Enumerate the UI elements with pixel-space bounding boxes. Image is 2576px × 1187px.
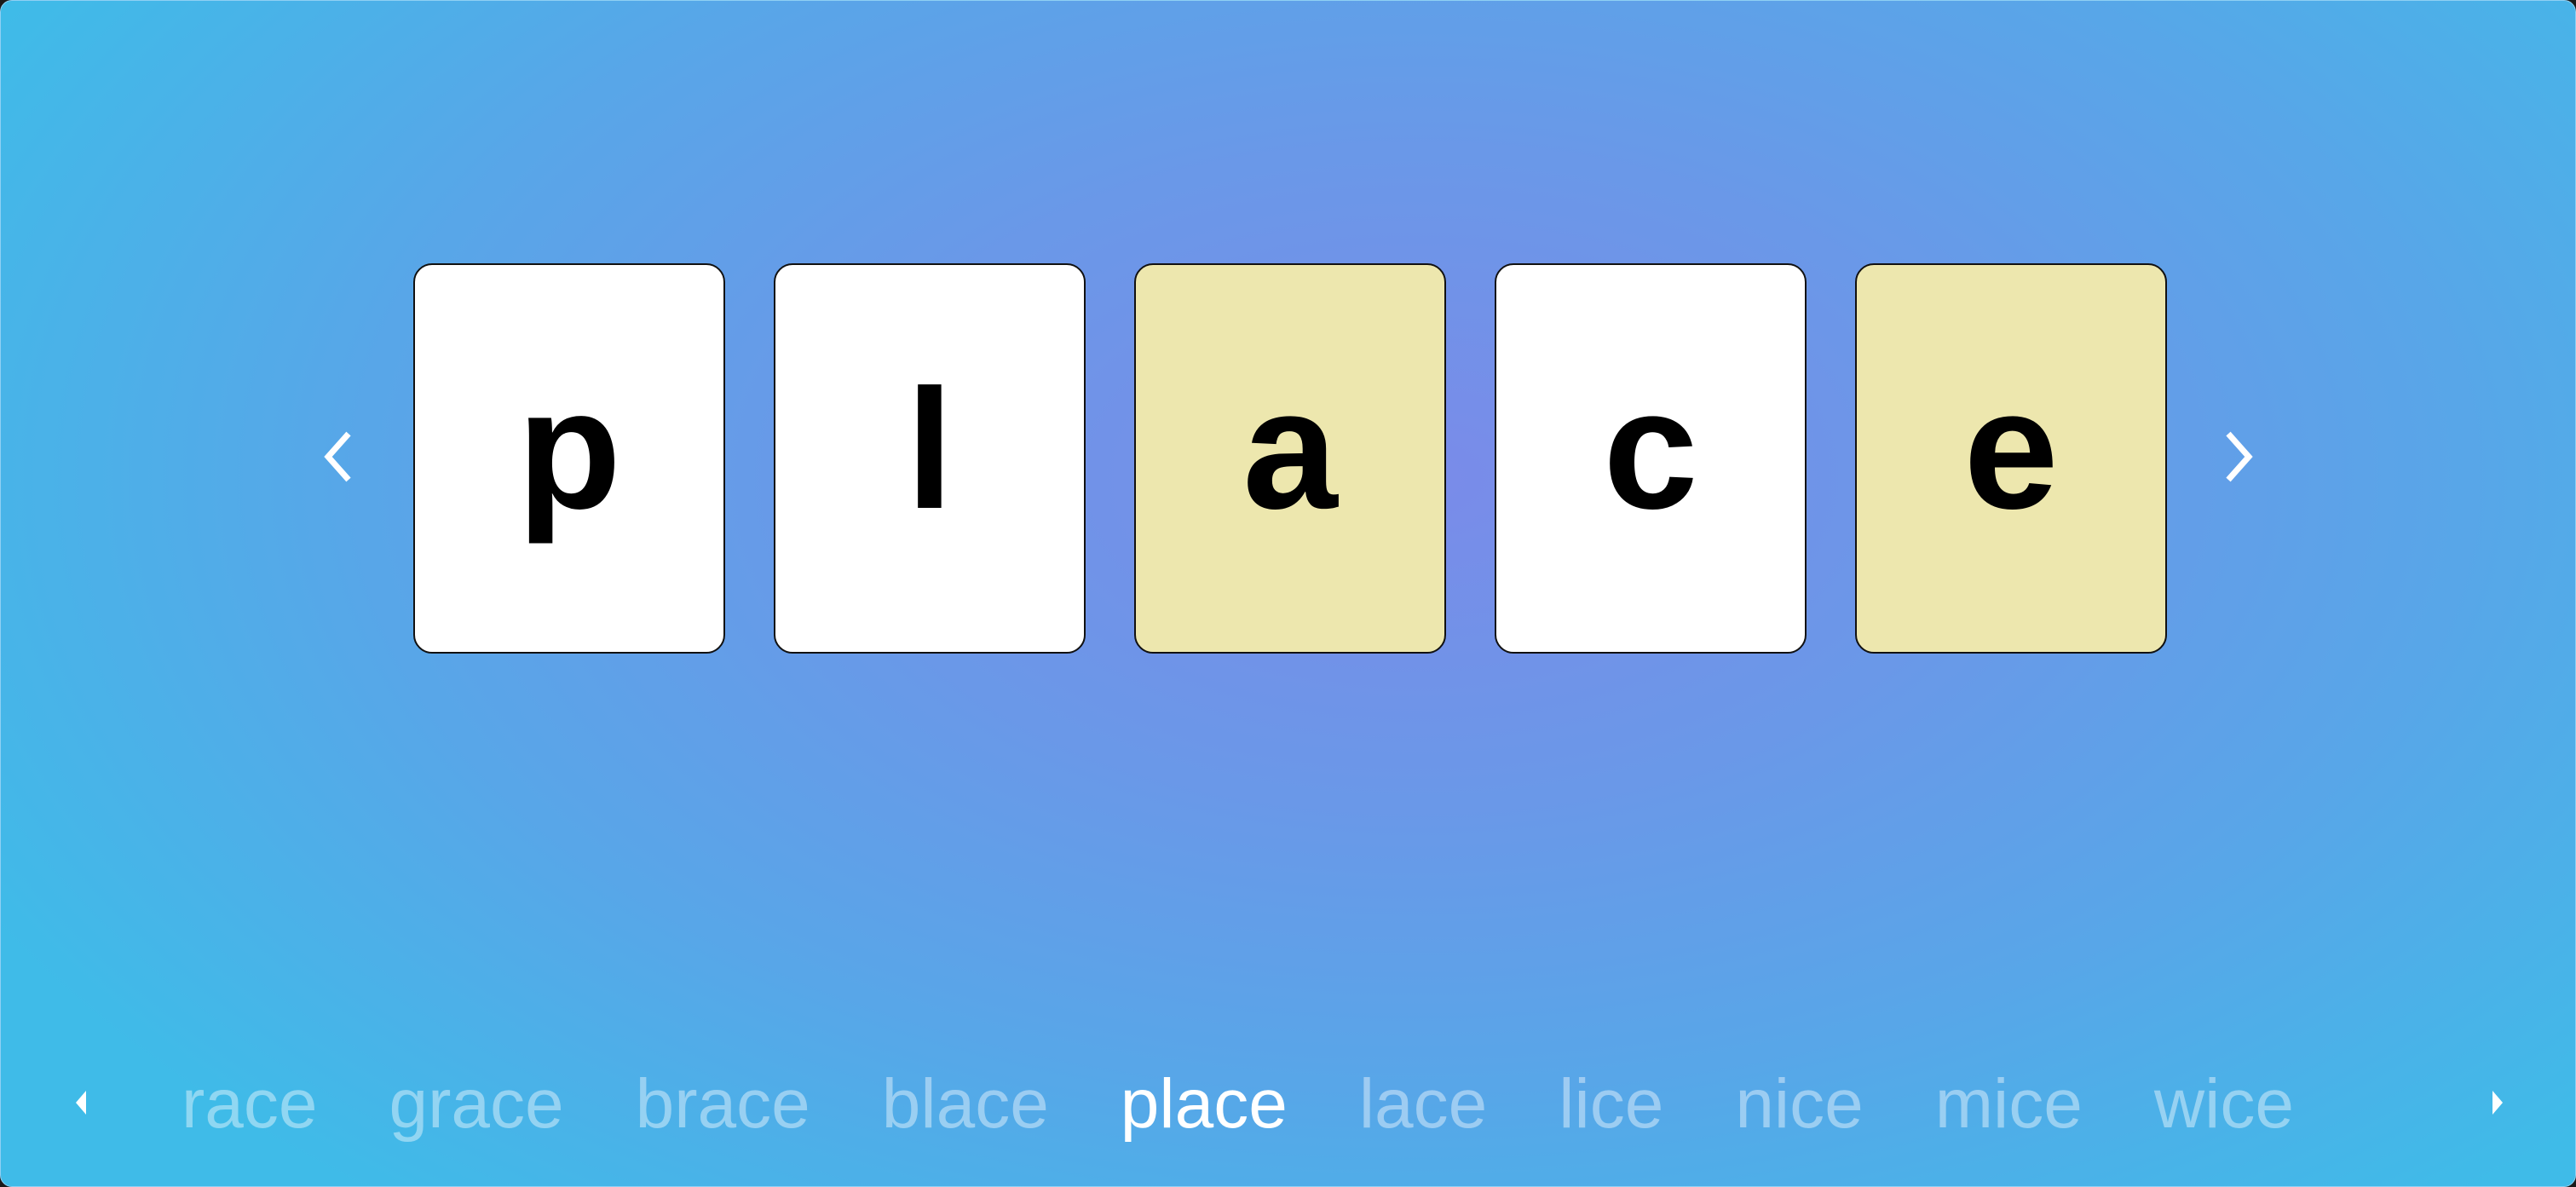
tile-letter: a: [1242, 354, 1338, 545]
tile-letter: e: [1963, 354, 2059, 545]
tile-letter: p: [516, 354, 622, 545]
word-option[interactable]: race: [182, 1049, 318, 1160]
letter-tile[interactable]: p: [413, 263, 725, 654]
word-option[interactable]: lace: [1359, 1049, 1487, 1160]
strip-scroll-left-button[interactable]: [72, 1087, 89, 1118]
strip-scroll-right-button[interactable]: [2489, 1087, 2506, 1118]
word-option[interactable]: wice: [2154, 1049, 2294, 1160]
triangle-right-icon: [2492, 1091, 2503, 1115]
letter-tile[interactable]: c: [1495, 263, 1807, 654]
tile-letter: c: [1603, 354, 1698, 545]
next-word-button[interactable]: [2213, 427, 2264, 487]
word-option-selected[interactable]: place: [1121, 1049, 1288, 1160]
chevron-left-icon: [324, 431, 351, 482]
word-option[interactable]: lice: [1559, 1049, 1663, 1160]
letter-tile-highlighted[interactable]: a: [1134, 263, 1446, 654]
word-option[interactable]: grace: [389, 1049, 564, 1160]
tile-letter: l: [906, 354, 954, 545]
letter-tile[interactable]: l: [774, 263, 1086, 654]
game-board: p l a c e race grace brace blace place lace li…: [0, 0, 2576, 1187]
word-option[interactable]: brace: [636, 1049, 810, 1160]
word-strip: race grace brace blace place lace lice nice mice…: [182, 1049, 2441, 1160]
previous-word-button[interactable]: [313, 427, 364, 487]
word-option[interactable]: blace: [882, 1049, 1049, 1160]
triangle-left-icon: [76, 1091, 86, 1115]
word-option[interactable]: nice: [1735, 1049, 1863, 1160]
chevron-right-icon: [2226, 431, 2253, 482]
letter-tile-highlighted[interactable]: e: [1855, 263, 2167, 654]
word-option[interactable]: mice: [1935, 1049, 2083, 1160]
